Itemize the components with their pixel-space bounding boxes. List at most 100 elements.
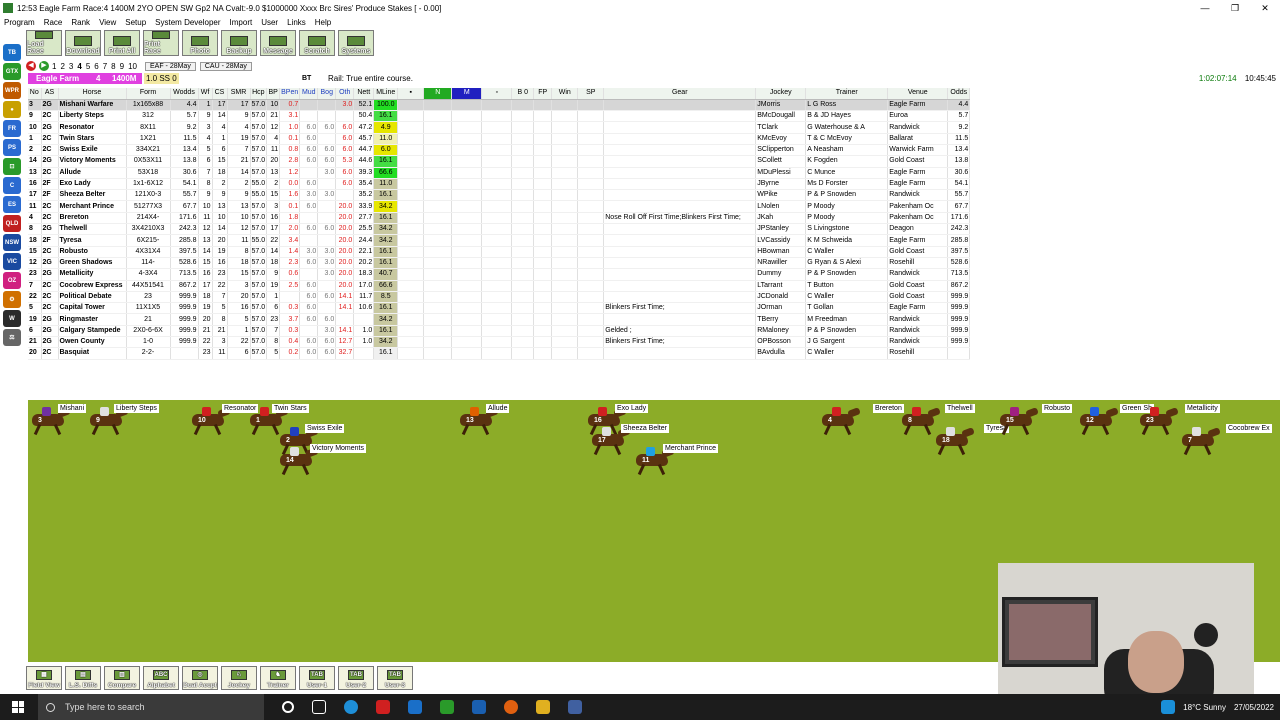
table-row[interactable]: 7 2C Cocobrew Express 44X51541 867.2 17 22 3 57.…	[28, 280, 971, 292]
screen-icon[interactable]	[568, 700, 582, 714]
column-header-2[interactable]: Horse	[58, 88, 127, 100]
table-row[interactable]: 13 2C Allude 53X18 30.6 7 18 14 57.0 13 1.2 3.0 6.0 3…	[28, 167, 971, 179]
table-row[interactable]: 2 2C Swiss Exile 334X21 13.4 5 6 7 57.0 11 0.8 6.0 6…	[28, 144, 971, 157]
column-header-0[interactable]: No	[28, 88, 42, 100]
race-tab-6[interactable]: 6	[94, 62, 98, 71]
column-header-13[interactable]: Oth	[335, 88, 355, 100]
column-header-12[interactable]: Bog	[317, 88, 337, 100]
bottom-compare-button[interactable]: ▥ Compare	[104, 666, 140, 690]
race-tab-2[interactable]: 2	[60, 62, 64, 71]
menu-setup[interactable]: Setup	[125, 18, 146, 27]
bottom-trainer-button[interactable]: ♞ Trainer	[260, 666, 296, 690]
table-row[interactable]: 20 2C Basquiat 2-2- 23 11 6 57.0 5 0.2 6.0 6.0 32.7 1…	[28, 347, 971, 360]
bottom-dual-accpt-button[interactable]: ◎ Dual Accpt	[182, 666, 218, 690]
folder-icon[interactable]	[536, 700, 550, 714]
column-header-24[interactable]: Gear	[603, 88, 757, 100]
sidebar-button-2[interactable]: WPR	[3, 82, 21, 99]
next-race-icon[interactable]: ▶	[39, 61, 49, 71]
bottom-user-2-button[interactable]: TAB User-2	[338, 666, 374, 690]
sidebar-button-11[interactable]: VIC	[3, 253, 21, 270]
race-tab-7[interactable]: 7	[103, 62, 107, 71]
sidebar-button-12[interactable]: OZ	[3, 272, 21, 289]
sidebar-button-3[interactable]: ●	[3, 101, 21, 118]
column-header-3[interactable]: Form	[126, 88, 171, 100]
menu-links[interactable]: Links	[287, 18, 306, 27]
column-header-15[interactable]: MLine	[373, 88, 399, 100]
menu-view[interactable]: View	[99, 18, 116, 27]
column-header-9[interactable]: BP	[266, 88, 281, 100]
table-row[interactable]: 6 2G Calgary Stampede 2X0-6-6X 999.9 21 21 1 57.…	[28, 325, 971, 338]
table-row[interactable]: 21 2G Owen County 1-0 999.9 22 3 22 57.0 8 0.4 6.0 6…	[28, 336, 971, 349]
column-header-8[interactable]: Hcp	[250, 88, 268, 100]
toolbar-load-race-button[interactable]: Load Race	[26, 30, 62, 56]
sidebar-button-4[interactable]: FR	[3, 120, 21, 137]
column-header-11[interactable]: Mud	[299, 88, 319, 100]
column-header-27[interactable]: Venue	[887, 88, 949, 100]
table-row[interactable]: 1 2C Twin Stars 1X21 11.5 4 1 19 57.0 4 0.1 6.0 6.0 4…	[28, 133, 971, 145]
column-header-28[interactable]: Odds	[947, 88, 971, 100]
column-header-6[interactable]: CS	[212, 88, 228, 100]
bottom-field-view-button[interactable]: ▦ Field View	[26, 666, 62, 690]
column-header-26[interactable]: Trainer	[805, 88, 889, 100]
column-header-21[interactable]: FP	[533, 88, 553, 100]
task-view-icon[interactable]	[312, 700, 326, 714]
gtx-icon[interactable]	[440, 700, 454, 714]
race-tab-1[interactable]: 1	[52, 62, 56, 71]
toolbar-photo-button[interactable]: Photo	[182, 30, 218, 56]
close-button[interactable]: ✕	[1250, 0, 1280, 16]
table-row[interactable]: 9 2C Liberty Steps 312 5.7 9 14 9 57.0 21 3.1 50.4 1…	[28, 110, 971, 123]
table-row[interactable]: 8 2G Thelwell 3X4210X3 242.3 12 14 12 57.0 17 2.0 6…	[28, 223, 971, 236]
column-header-25[interactable]: Jockey	[755, 88, 807, 100]
menu-rank[interactable]: Rank	[71, 18, 90, 27]
table-row[interactable]: 12 2G Green Shadows 114- 528.6 15 16 18 57.0 18 2.…	[28, 257, 971, 270]
table-row[interactable]: 4 2C Brereton 214X4- 171.6 11 10 10 57.0 16 1.8 20.…	[28, 212, 971, 225]
race-tab-3[interactable]: 3	[69, 62, 73, 71]
column-header-14[interactable]: Nett	[353, 88, 375, 100]
table-row[interactable]: 14 2G Victory Moments 0X53X11 13.8 6 15 21 57.0 2…	[28, 155, 971, 168]
sidebar-button-5[interactable]: PS	[3, 139, 21, 156]
track-horse[interactable]: 23	[1136, 406, 1180, 436]
column-header-20[interactable]: B 0	[511, 88, 535, 100]
sidebar-button-0[interactable]: TB	[3, 44, 21, 61]
sidebar-button-15[interactable]: ⚖	[3, 329, 21, 346]
column-header-10[interactable]: BPen	[279, 88, 301, 100]
toolbar-systems-button[interactable]: Systems	[338, 30, 374, 56]
track-horse[interactable]: 15	[996, 406, 1040, 436]
sidebar-button-7[interactable]: C	[3, 177, 21, 194]
bottom-alphabet-button[interactable]: ABC Alphabet	[143, 666, 179, 690]
bottom-jockey-button[interactable]: ♘ Jockey	[221, 666, 257, 690]
firefox-icon[interactable]	[504, 700, 518, 714]
maximize-button[interactable]: ❐	[1220, 0, 1250, 16]
table-row[interactable]: 23 2G Metallicity 4-3X4 713.5 16 23 15 57.0 9 0.6 3…	[28, 268, 971, 281]
toolbar-scratch-button[interactable]: Scratch	[299, 30, 335, 56]
track-horse[interactable]: 4	[818, 406, 862, 436]
table-row[interactable]: 11 2C Merchant Prince 51277X3 67.7 10 13 13 57.0…	[28, 200, 971, 213]
track-horse[interactable]: 18	[932, 426, 976, 456]
tray-app-icon[interactable]	[1161, 700, 1176, 714]
track-horse[interactable]: 7	[1178, 426, 1222, 456]
menu-program[interactable]: Program	[4, 18, 35, 27]
column-header-18[interactable]: M	[451, 88, 483, 100]
column-header-5[interactable]: Wf	[198, 88, 213, 100]
toolbar-download-button[interactable]: Download	[65, 30, 101, 56]
column-header-4[interactable]: Wodds	[170, 88, 199, 100]
table-row[interactable]: 15 2C Robusto 4X31X4 397.5 14 19 8 57.0 14 1.4 3.0 3…	[28, 246, 971, 258]
menu-import[interactable]: Import	[230, 18, 253, 27]
track-horse[interactable]: 12	[1076, 406, 1120, 436]
race-tab-9[interactable]: 9	[120, 62, 124, 71]
toolbar-backup-button[interactable]: Backup	[221, 30, 257, 56]
column-header-17[interactable]: N	[423, 88, 453, 100]
column-header-22[interactable]: Win	[551, 88, 579, 100]
column-header-7[interactable]: SMR	[227, 88, 251, 100]
menu-race[interactable]: Race	[44, 18, 63, 27]
column-header-16[interactable]: ▪	[397, 88, 425, 100]
race-tab-8[interactable]: 8	[111, 62, 115, 71]
sidebar-button-1[interactable]: GTX	[3, 63, 21, 80]
table-row[interactable]: 22 2C Political Debate 23 999.9 18 7 20 57.0 1 6.0…	[28, 291, 971, 304]
table-row[interactable]: 18 2F Tyresa 6X215- 285.8 13 20 11 55.0 22 3.4 20.0…	[28, 234, 971, 247]
bottom-user-1-button[interactable]: TAB User-1	[299, 666, 335, 690]
race-tab-10[interactable]: 10	[128, 62, 137, 71]
app-l-icon[interactable]	[408, 700, 422, 714]
sidebar-button-14[interactable]: W	[3, 310, 21, 327]
column-header-1[interactable]: AS	[41, 88, 59, 100]
